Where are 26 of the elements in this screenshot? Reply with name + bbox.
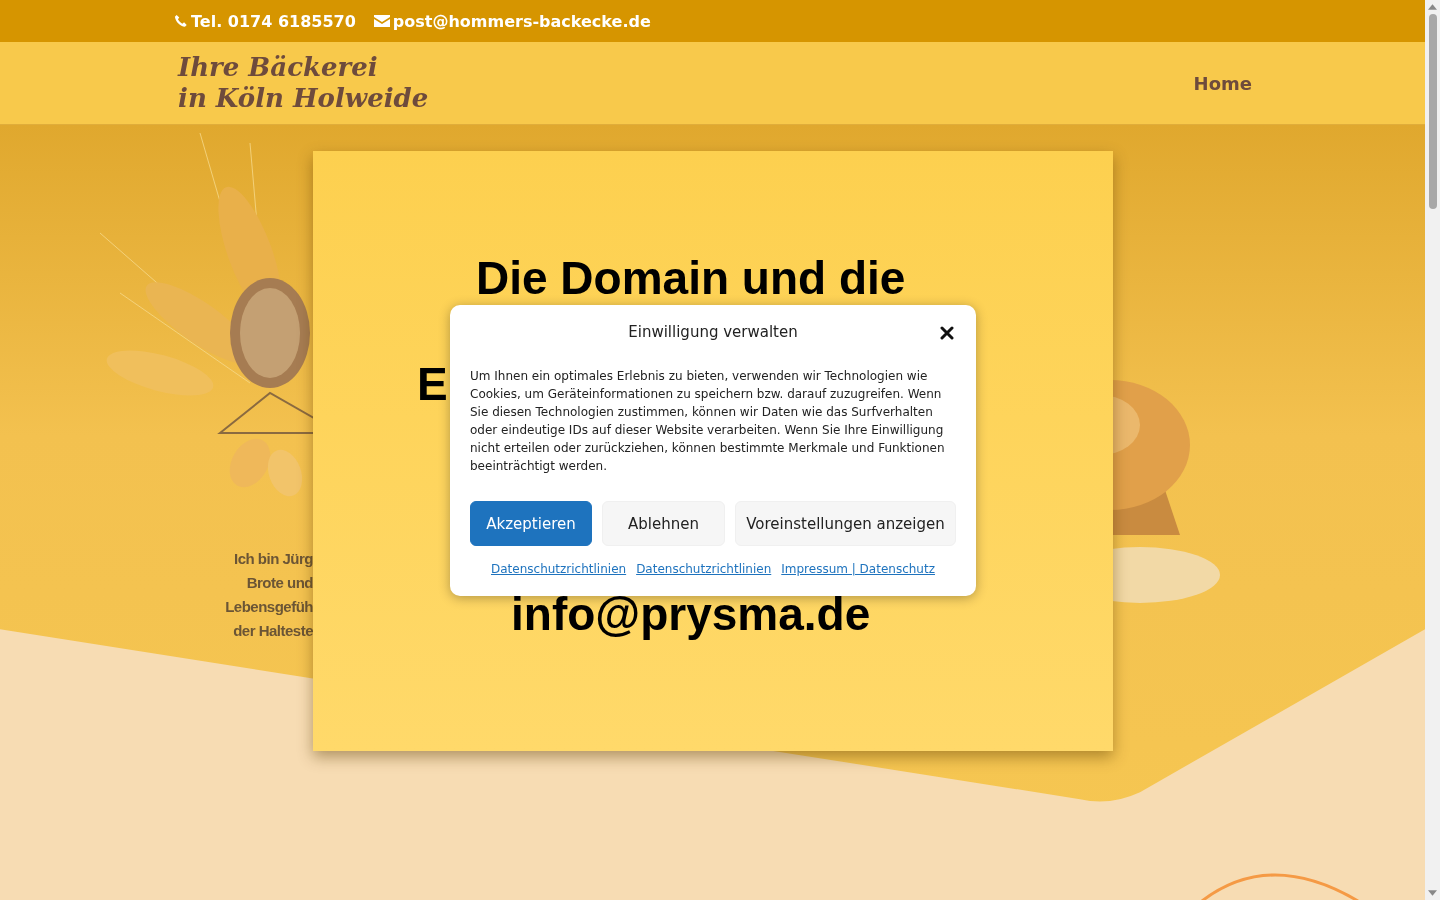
consent-button[interactable]: Voreinstellungen anzeigen <box>735 501 956 546</box>
email-link[interactable]: post@hommers-backecke.de <box>392 11 651 31</box>
dialog-title: Einwilligung verwalten <box>628 323 798 341</box>
consent-button[interactable]: Akzeptieren <box>470 501 592 546</box>
nav-link[interactable]: Home <box>1193 72 1252 94</box>
phone-number: Tel. 0174 6185570 <box>191 11 356 31</box>
notice-email: info@prysma.de <box>511 587 871 641</box>
scrollbar[interactable] <box>1425 0 1440 900</box>
scroll-down-icon[interactable] <box>1428 890 1437 896</box>
scroll-up-icon[interactable] <box>1428 4 1437 10</box>
intro-text: Ich bin Jürg <box>234 549 313 569</box>
consent-button[interactable]: Ablehnen <box>602 501 725 546</box>
intro-text: der Halteste <box>233 621 313 641</box>
scroll-thumb[interactable] <box>1428 14 1437 209</box>
mail-icon <box>373 15 390 27</box>
notice-heading: E <box>417 361 448 407</box>
phone-icon <box>174 14 188 28</box>
policy-link[interactable]: Datenschutzrichtlinien <box>636 562 772 576</box>
policy-link[interactable]: Impressum | Datenschutz <box>781 562 935 576</box>
intro-text: Lebensgefüh <box>225 597 313 617</box>
site-logo[interactable]: Ihre Bäckerei in Köln Holweide <box>174 52 429 114</box>
consent-text: Um Ihnen ein optimales Erlebnis zu bieten, verwenden wir Technologien wie Cookies, um Geräteinformationen zu speichern bzw. darauf zuzugreifen. Wenn Sie diesen Technologien zustimmen, können wir Daten wie das Surfverhalten oder eindeutige IDs auf dieser Website verarbeiten. Wenn Sie Ihre Einwilligung nicht erteilen oder zurückziehen, können bestimmte Merkmale und Funktionen beeinträchtigt werden. <box>470 368 946 475</box>
notice-heading: Die Domain und die <box>476 251 906 305</box>
close-icon[interactable] <box>940 326 954 340</box>
intro-text: Brote und <box>246 573 313 593</box>
policy-link[interactable]: Datenschutzrichtlinien <box>491 562 627 576</box>
